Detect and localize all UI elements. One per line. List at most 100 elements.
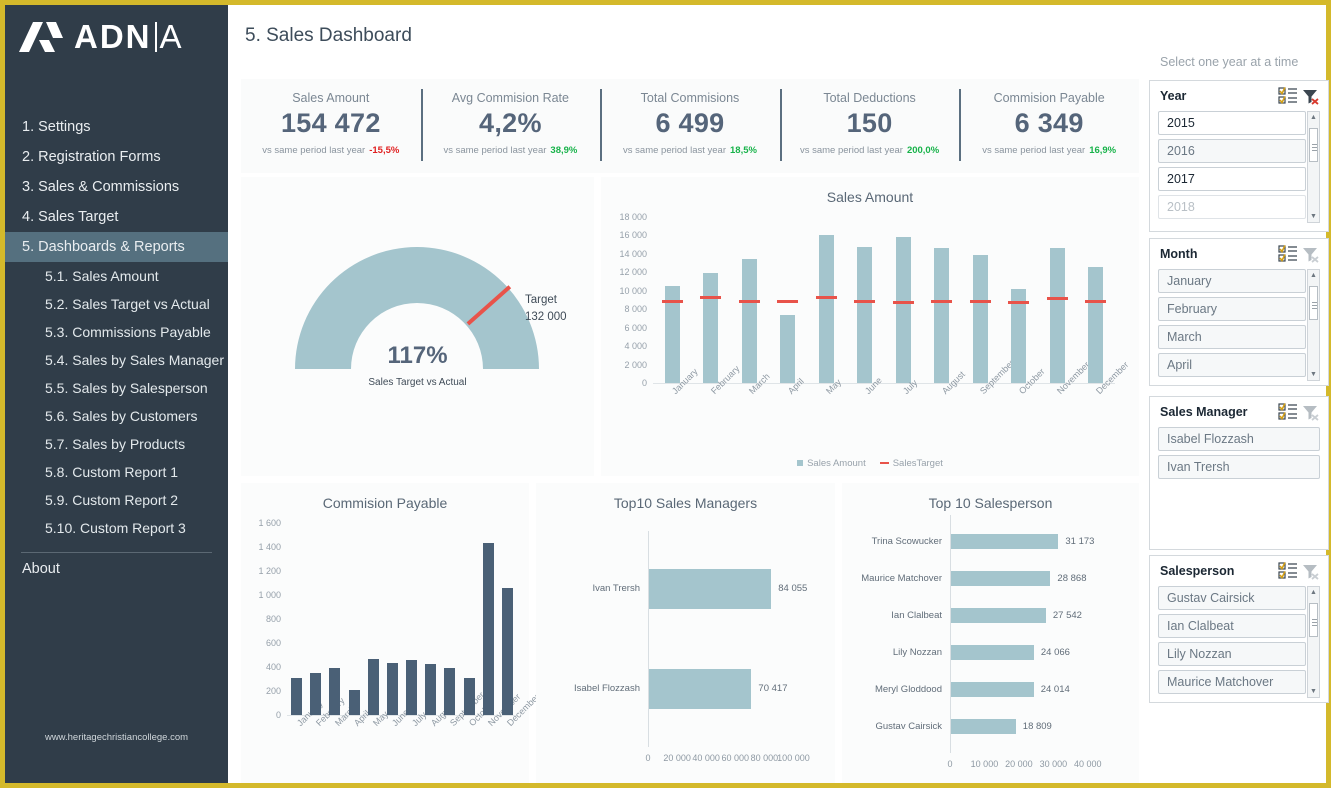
sidebar-item-label: 2. Registration Forms [22, 149, 161, 165]
brand-name-tail: A [159, 17, 184, 55]
kpi-label: Sales Amount [292, 91, 370, 105]
y-axis-tick: 0 [641, 378, 647, 388]
target-marker [738, 300, 760, 303]
y-axis-tick: 200 [265, 686, 281, 696]
scroll-up-arrow[interactable]: ▲ [1308, 112, 1319, 123]
page-title: 5. Sales Dashboard [245, 25, 412, 46]
adnia-logo-icon [19, 21, 63, 52]
slicer-item-salesperson[interactable]: Ian Clalbeat [1158, 614, 1306, 638]
scroll-up-arrow[interactable]: ▲ [1308, 270, 1319, 281]
gauge-value: 117% [387, 342, 448, 369]
value-label: 24 066 [1040, 646, 1070, 658]
clear-filter-icon[interactable] [1300, 561, 1320, 581]
sidebar-item-about[interactable]: About [5, 553, 228, 585]
chart-title-sales-amount: Sales Amount [826, 189, 914, 205]
target-marker [1008, 300, 1030, 304]
category-label: Lily Nozzan [892, 646, 942, 658]
scrollbar-grip [1312, 618, 1317, 620]
slicer-item-month[interactable]: February [1158, 297, 1306, 321]
top-salesperson-chart: Trina Scowucker 31 173 Maurice Matchover 28… [842, 509, 1139, 783]
sidebar-item-dashboards-reports[interactable]: 5. Dashboards & Reports [5, 232, 228, 262]
kpi-foot-text: vs same period last year [443, 145, 547, 156]
value-label: 18 809 [1022, 720, 1052, 732]
y-axis-line [950, 515, 951, 753]
slicer-month: Month January February March April ▲ ▼ [1149, 238, 1329, 386]
slicer-item-sales-manager[interactable]: Isabel Flozzash [1158, 427, 1320, 451]
gauge-target-value: 132 000 [525, 311, 567, 323]
multiselect-icon[interactable] [1278, 244, 1298, 264]
sidebar-subitem-commissions-payable[interactable]: 5.3. Commissions Payable [5, 318, 228, 346]
scrollbar-grip [1312, 301, 1317, 303]
slicer-item-month[interactable]: April [1158, 353, 1306, 377]
gauge-target-caption: Target [525, 294, 557, 306]
sidebar-item-label: 3. Sales & Commissions [22, 179, 180, 195]
bar [1049, 248, 1065, 383]
slicer-item-sales-manager[interactable]: Ivan Trersh [1158, 455, 1320, 479]
sidebar-subitem-custom-report-3[interactable]: 5.10. Custom Report 3 [5, 514, 228, 542]
legend-label: Sales Amount [807, 458, 866, 469]
slicer-scrollbar[interactable]: ▲ ▼ [1307, 586, 1320, 698]
kpi-label: Total Commisions [640, 91, 740, 105]
clear-filter-icon[interactable] [1300, 402, 1320, 422]
slicer-item-year[interactable]: 2015 [1158, 111, 1306, 135]
slicer-item-year[interactable]: 2016 [1158, 139, 1306, 163]
slicer-item-month[interactable]: March [1158, 325, 1306, 349]
x-axis-tick: 20 000 [1005, 759, 1033, 769]
legend-label: SalesTarget [892, 458, 943, 469]
clear-filter-icon[interactable] [1300, 244, 1320, 264]
gauge-target-label: Target 132 000 [525, 292, 567, 326]
kpi-card-commision-payable: Commision Payable 6 349 vs same period l… [959, 79, 1139, 173]
sidebar-subitem-sales-by-customers[interactable]: 5.6. Sales by Customers [5, 402, 228, 430]
kpi-card-total-commisions: Total Commisions 6 499 vs same period la… [600, 79, 780, 173]
slicer-item-salesperson[interactable]: Gustav Cairsick [1158, 586, 1306, 610]
scrollbar-grip [1312, 149, 1317, 151]
scroll-down-arrow[interactable]: ▼ [1308, 211, 1319, 222]
slicer-scrollbar[interactable]: ▲ ▼ [1307, 269, 1320, 381]
slicer-item-year[interactable]: 2017 [1158, 167, 1306, 191]
value-label: 84 055 [778, 583, 808, 594]
scrollbar-thumb[interactable] [1309, 286, 1318, 320]
sidebar-subitem-sales-by-products[interactable]: 5.7. Sales by Products [5, 430, 228, 458]
slicer-item-salesperson[interactable]: Maurice Matchover [1158, 670, 1306, 694]
sidebar-subitem-custom-report-1[interactable]: 5.8. Custom Report 1 [5, 458, 228, 486]
sidebar-item-sales-target[interactable]: 4. Sales Target [5, 202, 228, 232]
bar [934, 248, 950, 383]
sidebar-subitem-label: 5.2. Sales Target vs Actual [45, 296, 210, 312]
sidebar-item-registration-forms[interactable]: 2. Registration Forms [5, 142, 228, 172]
sidebar-item-settings[interactable]: 1. Settings [5, 112, 228, 142]
multiselect-icon[interactable] [1278, 86, 1298, 106]
bar [951, 719, 1016, 734]
value-label: 27 542 [1052, 609, 1082, 621]
sidebar-subitem-label: 5.6. Sales by Customers [45, 408, 198, 424]
slicer-scrollbar[interactable]: ▲ ▼ [1307, 111, 1320, 223]
y-axis-tick: 2 000 [624, 359, 647, 370]
category-label: Ivan Trersh [592, 583, 640, 594]
scrollbar-thumb[interactable] [1309, 128, 1318, 162]
sidebar-subitem-sales-amount[interactable]: 5.1. Sales Amount [5, 262, 228, 290]
clear-filter-icon[interactable] [1300, 86, 1320, 106]
sidebar-item-sales-commissions[interactable]: 3. Sales & Commissions [5, 172, 228, 202]
bar [291, 677, 303, 715]
slicer-item-month[interactable]: January [1158, 269, 1306, 293]
scrollbar-thumb[interactable] [1309, 603, 1318, 637]
scroll-down-arrow[interactable]: ▼ [1308, 369, 1319, 380]
sidebar-subitem-sales-target-vs-actual[interactable]: 5.2. Sales Target vs Actual [5, 290, 228, 318]
kpi-footnote: vs same period last year 16,9% [959, 145, 1139, 156]
chart-legend: Sales Amount SalesTarget [601, 458, 1139, 469]
slicer-body: Gustav Cairsick Ian Clalbeat Lily Nozzan Ma… [1150, 586, 1328, 698]
kpi-delta: 18,5% [730, 145, 757, 156]
sidebar-subitem-sales-by-sales-manager[interactable]: 5.4. Sales by Sales Manager [5, 346, 228, 374]
kpi-footnote: vs same period last year 18,5% [600, 145, 780, 156]
sidebar-subitem-sales-by-salesperson[interactable]: 5.5. Sales by Salesperson [5, 374, 228, 402]
kpi-delta: 38,9% [550, 145, 578, 156]
slicer-item-salesperson[interactable]: Lily Nozzan [1158, 642, 1306, 666]
kpi-label: Avg Commision Rate [451, 91, 569, 105]
sidebar-subitem-custom-report-2[interactable]: 5.9. Custom Report 2 [5, 486, 228, 514]
multiselect-icon[interactable] [1278, 402, 1298, 422]
bar [951, 534, 1059, 549]
multiselect-icon[interactable] [1278, 561, 1298, 581]
slicer-item-year[interactable]: 2018 [1158, 195, 1306, 219]
y-axis-tick: 10 000 [619, 285, 647, 296]
scroll-down-arrow[interactable]: ▼ [1308, 686, 1319, 697]
scroll-up-arrow[interactable]: ▲ [1308, 587, 1319, 598]
